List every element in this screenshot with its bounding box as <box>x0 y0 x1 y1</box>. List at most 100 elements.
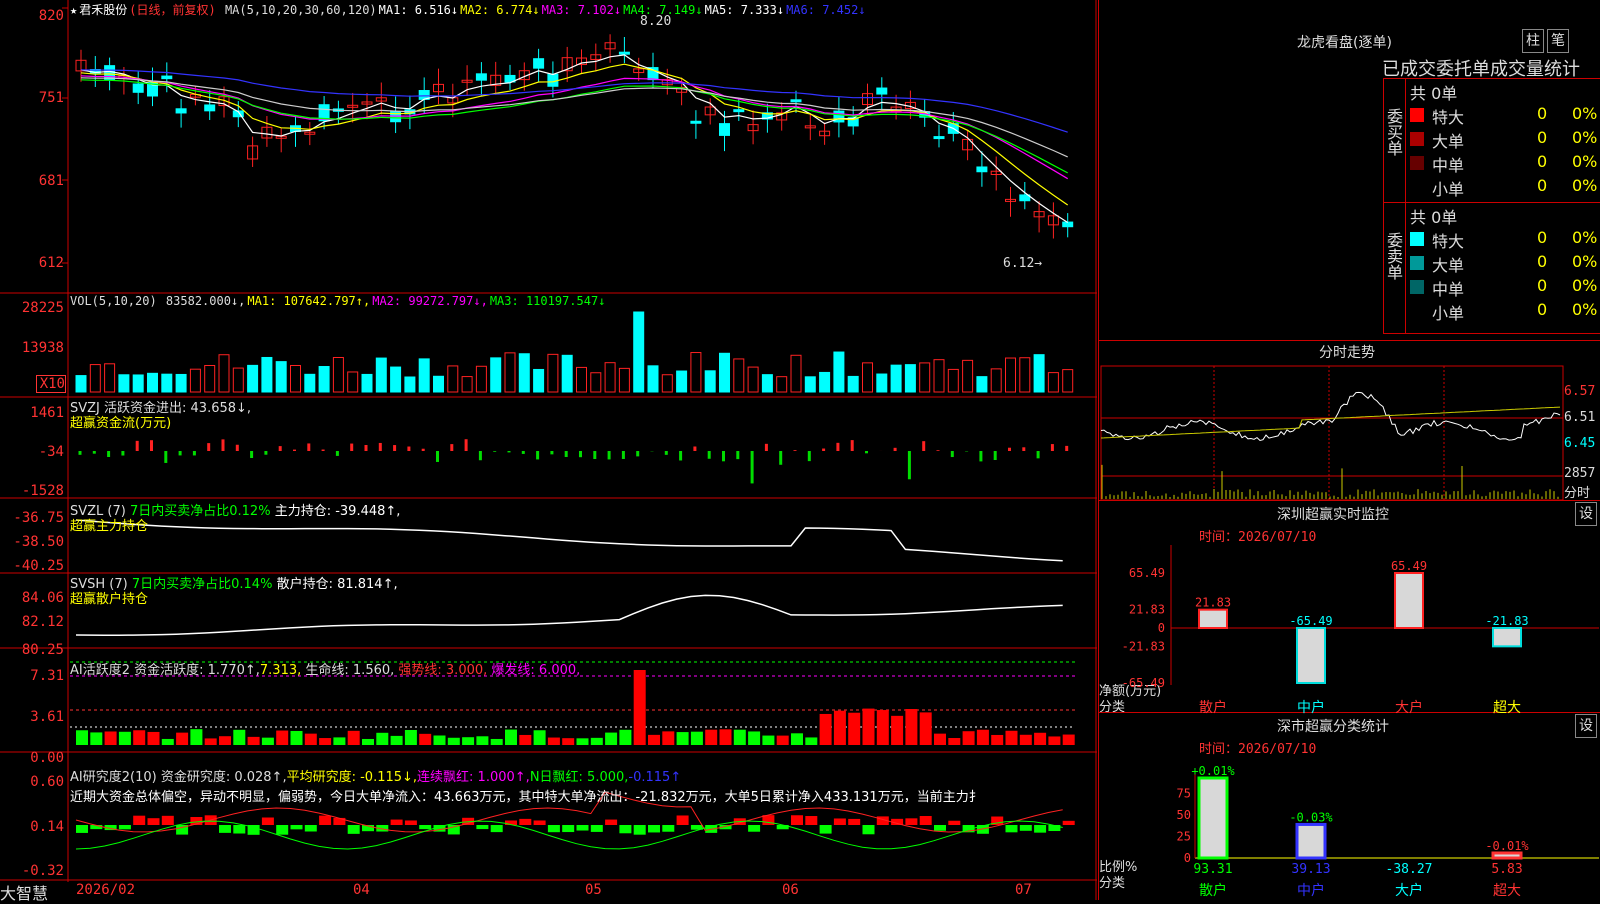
ai-tick: 7.31 <box>0 668 64 684</box>
activity-bar <box>991 735 1003 745</box>
chart-canvas[interactable] <box>0 0 1100 900</box>
svzl-sub: 超赢主力持仓 <box>70 515 148 534</box>
sz-stat-tick: 75 <box>1177 787 1191 801</box>
order-name: 大单 <box>1432 128 1464 152</box>
activity-bar <box>662 731 674 745</box>
volume-bar <box>1006 358 1016 392</box>
research-bar <box>1063 821 1075 825</box>
category-label: 超大 <box>1493 883 1521 899</box>
candle <box>176 109 186 113</box>
activity-bar <box>777 736 789 745</box>
low-price-label: 6.12→ <box>1003 256 1042 271</box>
legend-item: AI活跃度2 <box>70 663 134 678</box>
activity-bar <box>891 716 903 745</box>
main-chart-area[interactable]: ★ 君禾股份 (日线，前复权) MA(5,10,20,30,60,120) MA1: … <box>0 0 1100 900</box>
volume-bar <box>905 365 915 392</box>
research-bar <box>948 821 960 825</box>
volume-bar <box>162 374 172 392</box>
intraday-price-line <box>1101 392 1560 440</box>
activity-bar <box>376 733 388 745</box>
legend-item: MA2: 99272.797↓, <box>372 294 488 308</box>
volume-bar <box>362 374 372 392</box>
activity-bar <box>634 670 646 745</box>
settings-button[interactable]: 设 <box>1575 714 1597 738</box>
activity-bar <box>562 738 574 745</box>
volume-bar <box>548 354 558 392</box>
bar-mode-button[interactable]: 柱 <box>1522 29 1544 53</box>
tick-mode-button[interactable]: 笔 <box>1547 29 1569 53</box>
volume-bar <box>705 371 715 392</box>
activity-bar <box>577 738 589 745</box>
vol-tick: 28225 <box>0 300 64 316</box>
activity-bar <box>1034 733 1046 745</box>
candle <box>619 52 629 54</box>
legend-item: MA6: 7.452↓ <box>786 3 865 17</box>
volume-bar <box>276 362 286 392</box>
svsh-value: 散户持仓: 81.814↑, <box>272 577 397 592</box>
ratio-change: -0.03% <box>1289 810 1333 824</box>
research-bar <box>219 825 231 833</box>
research-bar <box>1020 825 1032 831</box>
legend-item: 7.313, <box>260 663 301 678</box>
activity-bar <box>90 732 102 745</box>
research-bar <box>662 825 674 832</box>
activity-bar <box>534 730 546 745</box>
legend-item: 资金研究度: 0.028↑, <box>161 770 287 785</box>
brand-label: 大智慧 <box>0 880 48 904</box>
vol-unit: X10 <box>36 375 66 393</box>
activity-bar <box>133 730 145 745</box>
research-bar <box>391 820 403 825</box>
research-bar <box>677 815 689 825</box>
order-p: 0% <box>1572 128 1597 147</box>
volume-bar <box>863 363 873 392</box>
ratio-change: +0.01% <box>1191 764 1235 778</box>
color-swatch <box>1410 256 1424 270</box>
settings-button[interactable]: 设 <box>1575 502 1597 526</box>
candle <box>1063 222 1073 227</box>
research-bar <box>934 825 946 831</box>
date-label: 05 <box>585 882 602 898</box>
research-bar <box>519 819 531 825</box>
activity-bar <box>391 736 403 745</box>
candle <box>734 110 744 112</box>
lhb-title: 龙虎看盘(逐单) <box>1297 32 1392 52</box>
ai-tick: 3.61 <box>0 709 64 725</box>
volume-bar <box>462 377 472 392</box>
activity-bar <box>76 730 88 745</box>
ratio-value: 93.31 <box>1193 862 1232 877</box>
buy-order-label: 委买单 <box>1384 108 1404 156</box>
ratio-change: -0.01% <box>1485 839 1529 853</box>
order-p: 0% <box>1572 152 1597 171</box>
activity-bar <box>820 714 832 745</box>
order-name: 中单 <box>1432 276 1464 300</box>
sz-monitor-tick: -21.83 <box>1122 639 1165 653</box>
color-swatch <box>1410 280 1424 294</box>
side-panel: 龙虎看盘(逐单) 柱 笔 已成交委托单成交量统计 委买单 委卖单 共 0单 共 … <box>1098 0 1600 900</box>
legend-item: 爆发线: 6.000, <box>487 663 580 678</box>
research-bar <box>348 825 360 834</box>
activity-bar <box>977 730 989 745</box>
research-bar <box>548 825 560 832</box>
volume-bar <box>190 369 200 392</box>
ma-line <box>81 55 1068 223</box>
volume-bar <box>1063 370 1073 392</box>
activity-bar <box>205 738 217 745</box>
svzj-tick: -34 <box>0 444 64 460</box>
legend-item: MA3: 110197.547↓ <box>490 294 606 308</box>
buy-total: 共 0单 <box>1410 80 1457 104</box>
bar-value-label: 21.83 <box>1195 596 1231 610</box>
activity-bar <box>219 736 231 745</box>
activity-bar <box>105 731 117 745</box>
ma-line <box>81 80 1068 173</box>
activity-bar <box>619 730 631 745</box>
legend-item: 生命线: 1.560, <box>301 663 394 678</box>
activity-bar <box>948 738 960 745</box>
vol-tick: 13938 <box>0 340 64 356</box>
sz-monitor-tick: 0 <box>1158 621 1165 635</box>
order-p: 0% <box>1572 252 1597 271</box>
activity-bar <box>963 731 975 745</box>
order-p: 0% <box>1572 300 1597 319</box>
candle <box>476 74 486 80</box>
volume-bar <box>491 358 501 392</box>
volume-bar <box>133 375 143 392</box>
